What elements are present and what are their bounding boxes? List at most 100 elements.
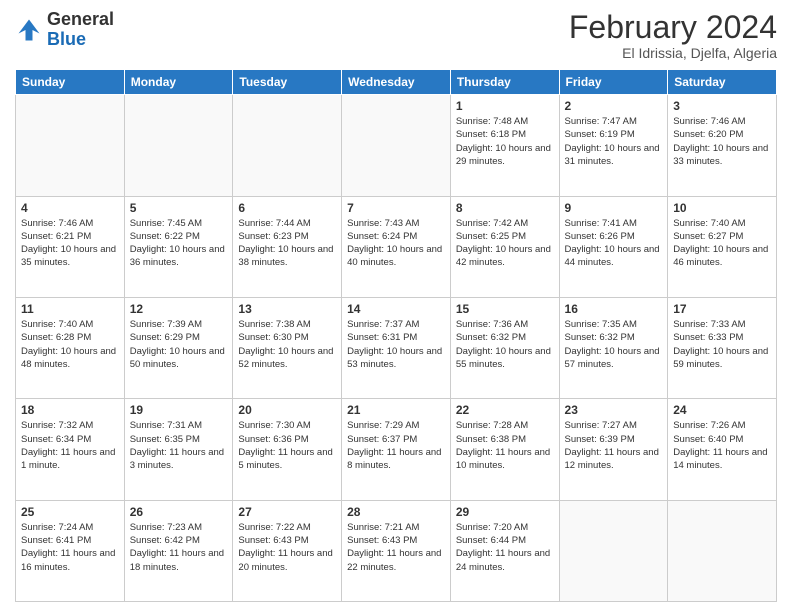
calendar-cell: 15Sunrise: 7:36 AM Sunset: 6:32 PM Dayli… [450, 297, 559, 398]
page: General Blue February 2024 El Idrissia, … [0, 0, 792, 612]
day-number: 3 [673, 99, 771, 113]
day-info: Sunrise: 7:35 AM Sunset: 6:32 PM Dayligh… [565, 318, 663, 371]
day-number: 17 [673, 302, 771, 316]
day-number: 23 [565, 403, 663, 417]
day-number: 6 [238, 201, 336, 215]
calendar-cell: 26 Sunrise: 7:23 AM Sunset: 6:42 PM Dayli… [124, 500, 233, 601]
header-thursday: Thursday [450, 70, 559, 95]
day-number: 24 [673, 403, 771, 417]
calendar-cell: 12 Sunrise: 7:39 AM Sunset: 6:29 PM Dayli… [124, 297, 233, 398]
day-number: 9 [565, 201, 663, 215]
calendar-cell [342, 95, 451, 196]
calendar-week-row: 1Sunrise: 7:48 AM Sunset: 6:18 PM Daylig… [16, 95, 777, 196]
calendar-cell: 10Sunrise: 7:40 AM Sunset: 6:27 PM Dayli… [668, 196, 777, 297]
calendar-cell [124, 95, 233, 196]
calendar-cell: 19 Sunrise: 7:31 AM Sunset: 6:35 PM Dayli… [124, 399, 233, 500]
day-number: 12 [130, 302, 228, 316]
day-info: Sunrise: 7:33 AM Sunset: 6:33 PM Dayligh… [673, 318, 771, 371]
day-info: Sunrise: 7:40 AM Sunset: 6:28 PM Dayligh… [21, 318, 119, 371]
day-number: 27 [238, 505, 336, 519]
day-number: 7 [347, 201, 445, 215]
calendar-cell: 27 Sunrise: 7:22 AM Sunset: 6:43 PM Dayli… [233, 500, 342, 601]
day-info: Sunrise: 7:24 AM Sunset: 6:41 PM Dayligh… [21, 521, 119, 574]
day-number: 18 [21, 403, 119, 417]
title-block: February 2024 El Idrissia, Djelfa, Alger… [569, 10, 777, 61]
calendar-cell [668, 500, 777, 601]
header-friday: Friday [559, 70, 668, 95]
day-number: 5 [130, 201, 228, 215]
day-info: Sunrise: 7:27 AM Sunset: 6:39 PM Dayligh… [565, 419, 663, 472]
day-info: Sunrise: 7:46 AM Sunset: 6:21 PM Dayligh… [21, 217, 119, 270]
day-info: Sunrise: 7:45 AM Sunset: 6:22 PM Dayligh… [130, 217, 228, 270]
calendar-cell: 28 Sunrise: 7:21 AM Sunset: 6:43 PM Dayli… [342, 500, 451, 601]
day-info: Sunrise: 7:42 AM Sunset: 6:25 PM Dayligh… [456, 217, 554, 270]
day-number: 19 [130, 403, 228, 417]
day-number: 8 [456, 201, 554, 215]
day-info: Sunrise: 7:47 AM Sunset: 6:19 PM Dayligh… [565, 115, 663, 168]
header: General Blue February 2024 El Idrissia, … [15, 10, 777, 61]
calendar-cell: 1Sunrise: 7:48 AM Sunset: 6:18 PM Daylig… [450, 95, 559, 196]
calendar-cell: 22Sunrise: 7:28 AM Sunset: 6:38 PM Dayli… [450, 399, 559, 500]
calendar-cell: 25 Sunrise: 7:24 AM Sunset: 6:41 PM Dayli… [16, 500, 125, 601]
calendar-cell: 4 Sunrise: 7:46 AM Sunset: 6:21 PM Daylig… [16, 196, 125, 297]
header-wednesday: Wednesday [342, 70, 451, 95]
calendar-week-row: 25 Sunrise: 7:24 AM Sunset: 6:41 PM Dayli… [16, 500, 777, 601]
subtitle: El Idrissia, Djelfa, Algeria [569, 45, 777, 61]
day-number: 4 [21, 201, 119, 215]
day-info: Sunrise: 7:38 AM Sunset: 6:30 PM Dayligh… [238, 318, 336, 371]
calendar-body: 1Sunrise: 7:48 AM Sunset: 6:18 PM Daylig… [16, 95, 777, 602]
day-info: Sunrise: 7:29 AM Sunset: 6:37 PM Dayligh… [347, 419, 445, 472]
day-info: Sunrise: 7:41 AM Sunset: 6:26 PM Dayligh… [565, 217, 663, 270]
day-number: 26 [130, 505, 228, 519]
header-saturday: Saturday [668, 70, 777, 95]
calendar-cell: 5 Sunrise: 7:45 AM Sunset: 6:22 PM Daylig… [124, 196, 233, 297]
day-number: 10 [673, 201, 771, 215]
day-info: Sunrise: 7:26 AM Sunset: 6:40 PM Dayligh… [673, 419, 771, 472]
day-number: 29 [456, 505, 554, 519]
calendar-week-row: 18Sunrise: 7:32 AM Sunset: 6:34 PM Dayli… [16, 399, 777, 500]
day-info: Sunrise: 7:48 AM Sunset: 6:18 PM Dayligh… [456, 115, 554, 168]
calendar-cell: 3 Sunrise: 7:46 AM Sunset: 6:20 PM Daylig… [668, 95, 777, 196]
day-number: 21 [347, 403, 445, 417]
header-sunday: Sunday [16, 70, 125, 95]
calendar-week-row: 11 Sunrise: 7:40 AM Sunset: 6:28 PM Dayli… [16, 297, 777, 398]
day-number: 28 [347, 505, 445, 519]
calendar-cell: 9 Sunrise: 7:41 AM Sunset: 6:26 PM Daylig… [559, 196, 668, 297]
day-info: Sunrise: 7:22 AM Sunset: 6:43 PM Dayligh… [238, 521, 336, 574]
day-info: Sunrise: 7:43 AM Sunset: 6:24 PM Dayligh… [347, 217, 445, 270]
calendar-cell: 8 Sunrise: 7:42 AM Sunset: 6:25 PM Daylig… [450, 196, 559, 297]
calendar-cell: 7 Sunrise: 7:43 AM Sunset: 6:24 PM Daylig… [342, 196, 451, 297]
day-number: 14 [347, 302, 445, 316]
day-info: Sunrise: 7:28 AM Sunset: 6:38 PM Dayligh… [456, 419, 554, 472]
logo: General Blue [15, 10, 114, 50]
day-number: 16 [565, 302, 663, 316]
logo-icon [15, 16, 43, 44]
calendar-cell: 6 Sunrise: 7:44 AM Sunset: 6:23 PM Daylig… [233, 196, 342, 297]
calendar-cell: 23 Sunrise: 7:27 AM Sunset: 6:39 PM Dayli… [559, 399, 668, 500]
day-number: 25 [21, 505, 119, 519]
logo-blue-text: Blue [47, 30, 114, 50]
day-info: Sunrise: 7:39 AM Sunset: 6:29 PM Dayligh… [130, 318, 228, 371]
day-info: Sunrise: 7:31 AM Sunset: 6:35 PM Dayligh… [130, 419, 228, 472]
day-info: Sunrise: 7:44 AM Sunset: 6:23 PM Dayligh… [238, 217, 336, 270]
day-number: 11 [21, 302, 119, 316]
day-number: 20 [238, 403, 336, 417]
day-number: 15 [456, 302, 554, 316]
calendar-cell: 13Sunrise: 7:38 AM Sunset: 6:30 PM Dayli… [233, 297, 342, 398]
calendar-cell: 29 Sunrise: 7:20 AM Sunset: 6:44 PM Dayli… [450, 500, 559, 601]
calendar-header: Sunday Monday Tuesday Wednesday Thursday… [16, 70, 777, 95]
day-info: Sunrise: 7:20 AM Sunset: 6:44 PM Dayligh… [456, 521, 554, 574]
calendar-cell: 17 Sunrise: 7:33 AM Sunset: 6:33 PM Dayli… [668, 297, 777, 398]
day-info: Sunrise: 7:21 AM Sunset: 6:43 PM Dayligh… [347, 521, 445, 574]
main-title: February 2024 [569, 10, 777, 45]
calendar-cell [559, 500, 668, 601]
calendar-cell: 2 Sunrise: 7:47 AM Sunset: 6:19 PM Daylig… [559, 95, 668, 196]
calendar-cell: 14Sunrise: 7:37 AM Sunset: 6:31 PM Dayli… [342, 297, 451, 398]
day-info: Sunrise: 7:30 AM Sunset: 6:36 PM Dayligh… [238, 419, 336, 472]
calendar-cell [233, 95, 342, 196]
calendar-cell [16, 95, 125, 196]
day-number: 2 [565, 99, 663, 113]
header-tuesday: Tuesday [233, 70, 342, 95]
day-info: Sunrise: 7:23 AM Sunset: 6:42 PM Dayligh… [130, 521, 228, 574]
day-info: Sunrise: 7:46 AM Sunset: 6:20 PM Dayligh… [673, 115, 771, 168]
